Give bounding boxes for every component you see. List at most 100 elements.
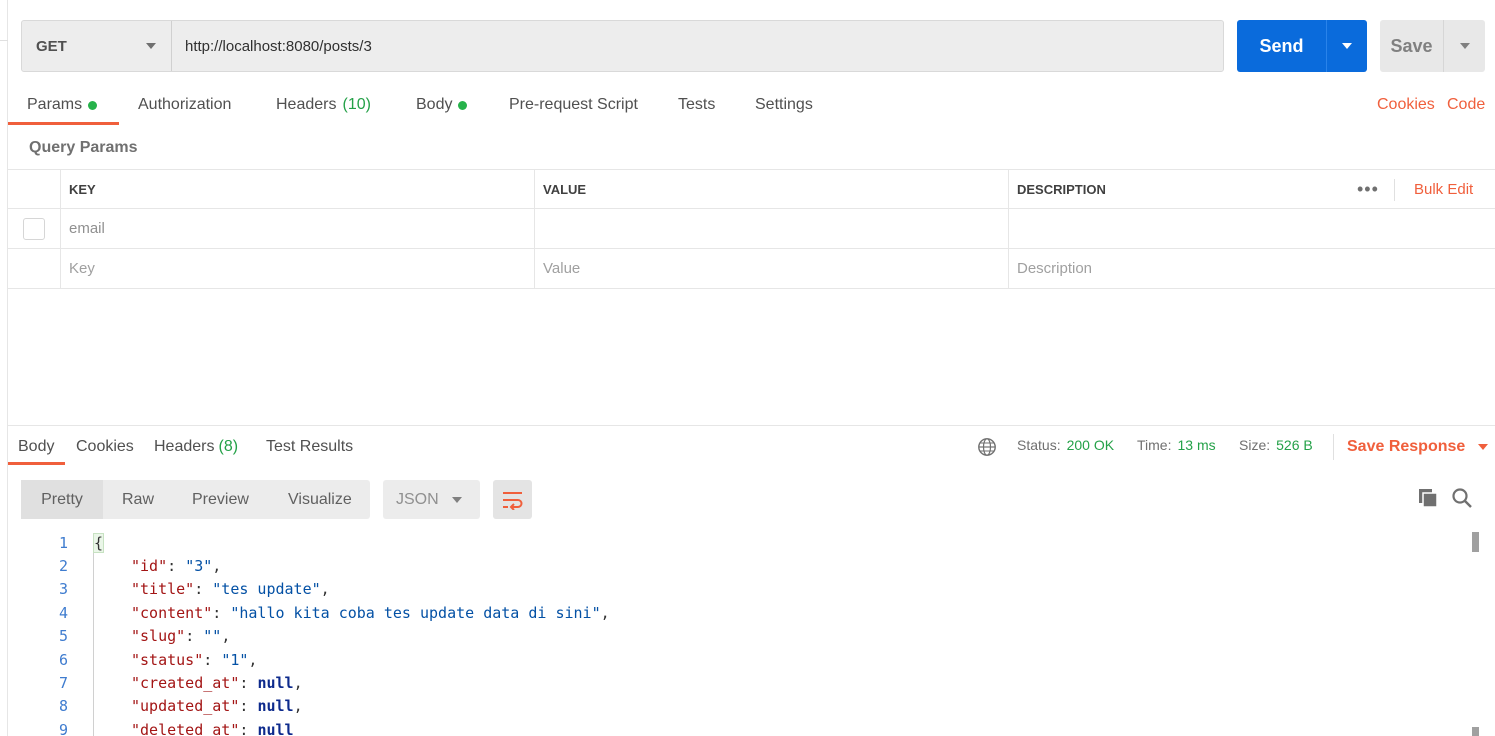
format-select[interactable]: JSON: [383, 480, 480, 519]
tab-params-label: Params: [27, 96, 83, 113]
chevron-down-icon: [1459, 43, 1470, 49]
status-readout: Status: 200 OK: [1017, 437, 1114, 453]
json-key: "status": [131, 650, 204, 669]
code-text: "title": "tes update",: [131, 580, 330, 599]
save-label[interactable]: Save: [1380, 20, 1444, 72]
line-number: 5: [58, 627, 68, 646]
view-pretty-button[interactable]: Pretty: [21, 480, 103, 519]
json-value: null: [257, 697, 294, 716]
size-label: Size:: [1239, 437, 1271, 453]
tab-tests[interactable]: Tests: [678, 96, 715, 114]
param-key-field[interactable]: email: [61, 209, 535, 248]
cookies-link[interactable]: Cookies: [1377, 96, 1435, 114]
tab-settings[interactable]: Settings: [755, 96, 813, 114]
save-response-button[interactable]: Save Response: [1347, 438, 1489, 456]
tab-settings-label: Settings: [755, 96, 813, 113]
line-number: 6: [58, 650, 68, 669]
table-row: email: [8, 209, 1495, 249]
code-text: "id": "3",: [131, 556, 222, 575]
status-value[interactable]: 200 OK: [1067, 437, 1114, 453]
new-description-field[interactable]: Description: [1009, 249, 1495, 288]
response-tab-test-results[interactable]: Test Results: [266, 438, 353, 456]
tab-prerequest-label: Pre-request Script: [509, 96, 638, 113]
chevron-down-icon: [146, 43, 156, 49]
code-text: "deleted_at": null: [131, 721, 294, 736]
globe-icon[interactable]: [977, 437, 997, 457]
json-key: "deleted_at": [131, 720, 240, 736]
json-value: "": [203, 627, 222, 646]
json-key: "created_at": [131, 673, 240, 692]
more-options-icon[interactable]: •••: [1357, 170, 1379, 208]
line-number: 7: [58, 673, 68, 692]
view-preview-button[interactable]: Preview: [192, 480, 249, 519]
json-key: "content": [131, 603, 213, 622]
json-key: "slug": [131, 627, 186, 646]
copy-icon[interactable]: [1417, 487, 1439, 509]
param-enable-checkbox[interactable]: [23, 217, 45, 240]
code-link[interactable]: Code: [1447, 96, 1485, 114]
chevron-down-icon: [1478, 444, 1489, 450]
response-tab-headers[interactable]: Headers (8): [154, 438, 238, 456]
scrollbar-thumb-bottom[interactable]: [1472, 727, 1479, 736]
indent-guide: [93, 553, 94, 736]
code-text: {: [92, 532, 105, 553]
response-headers-count: (8): [218, 438, 239, 455]
size-readout: Size: 526 B: [1239, 437, 1313, 453]
bulk-edit-link[interactable]: Bulk Edit: [1414, 170, 1473, 208]
send-button[interactable]: Send: [1237, 20, 1367, 72]
param-value-field[interactable]: [535, 209, 1009, 248]
save-button[interactable]: Save: [1380, 20, 1485, 72]
request-url-bar: GET: [21, 20, 1224, 72]
tab-authorization[interactable]: Authorization: [138, 96, 231, 114]
wrap-lines-button[interactable]: [493, 480, 532, 519]
code-line: 9 "deleted_at": null: [8, 718, 1468, 736]
active-tab-indicator: [8, 462, 65, 465]
new-value-field[interactable]: Value: [535, 249, 1009, 288]
view-visualize-button[interactable]: Visualize: [288, 480, 352, 519]
format-label: JSON: [396, 490, 439, 508]
active-dot-icon: [88, 100, 98, 110]
json-value: "3": [185, 556, 213, 575]
column-header-key: KEY: [61, 170, 535, 208]
size-value[interactable]: 526 B: [1276, 437, 1313, 453]
code-text: "created_at": null,: [131, 673, 303, 692]
table-row-new: Key Value Description: [8, 249, 1495, 289]
time-label: Time:: [1137, 437, 1172, 453]
url-input[interactable]: [172, 21, 1223, 71]
param-description-field[interactable]: [1009, 209, 1495, 248]
new-key-field[interactable]: Key: [61, 249, 535, 288]
headers-count: (10): [342, 96, 371, 113]
tab-headers[interactable]: Headers (10): [276, 96, 371, 114]
scrollbar-thumb[interactable]: [1472, 532, 1479, 552]
json-value: "tes update": [212, 580, 321, 599]
time-value[interactable]: 13 ms: [1177, 437, 1215, 453]
code-line: 5 "slug": "",: [8, 625, 1468, 648]
send-options-button[interactable]: [1327, 20, 1367, 72]
view-raw-button[interactable]: Raw: [122, 480, 154, 519]
status-label: Status:: [1017, 437, 1061, 453]
line-number: 1: [58, 533, 68, 552]
open-brace: {: [92, 532, 105, 553]
request-tabs: Params Authorization Headers (10) Body Pr…: [8, 88, 1495, 126]
json-key: "title": [131, 580, 195, 599]
code-line: 2 "id": "3",: [8, 554, 1468, 577]
code-text: "slug": "",: [131, 627, 231, 646]
send-label[interactable]: Send: [1237, 20, 1327, 72]
response-body-code[interactable]: 1 { 2 "id": "3", 3 "title": "tes update", 4 "…: [8, 530, 1495, 736]
table-header-row: KEY VALUE DESCRIPTION ••• Bulk Edit: [8, 169, 1495, 209]
code-line: 3 "title": "tes update",: [8, 578, 1468, 601]
left-panel-edge: [0, 0, 8, 736]
tab-prerequest-script[interactable]: Pre-request Script: [509, 96, 638, 114]
response-tab-body[interactable]: Body: [18, 438, 54, 456]
time-readout: Time: 13 ms: [1137, 437, 1216, 453]
response-tabs: Body Cookies Headers (8) Test Results Sta…: [8, 426, 1495, 466]
tab-body[interactable]: Body: [416, 96, 468, 114]
save-options-button[interactable]: [1444, 20, 1485, 72]
query-params-table: KEY VALUE DESCRIPTION ••• Bulk Edit emai…: [8, 169, 1495, 289]
search-icon[interactable]: [1451, 487, 1473, 509]
tab-params[interactable]: Params: [27, 96, 98, 114]
response-tab-cookies[interactable]: Cookies: [76, 438, 134, 456]
method-select[interactable]: GET: [22, 21, 172, 71]
chevron-down-icon: [1342, 43, 1352, 49]
response-view-switcher: Pretty Raw Preview Visualize: [21, 480, 370, 519]
